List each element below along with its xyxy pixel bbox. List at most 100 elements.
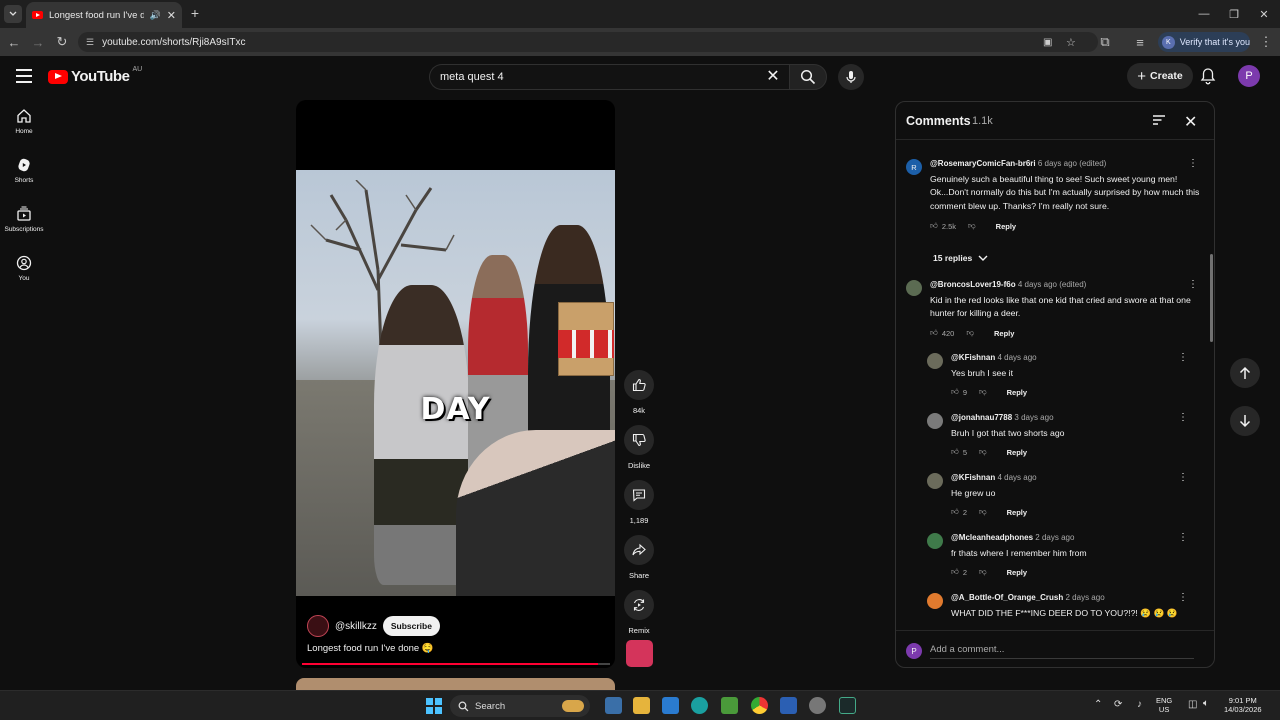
view-replies-button[interactable]: 15 replies [933,253,988,263]
shorts-player[interactable]: DAY @skillkzz Subscribe Longest food run… [296,100,615,668]
comment-menu-icon[interactable]: ⋮ [1188,158,1198,169]
reply-button[interactable]: Reply [1007,568,1027,577]
windows-start-icon[interactable] [426,698,442,714]
comment-time[interactable]: 2 days ago [1066,593,1105,602]
account-avatar[interactable]: P [1238,65,1260,87]
task-view-icon[interactable] [605,697,622,714]
clear-search-icon[interactable]: ✕ [764,68,782,86]
cast-icon[interactable]: ▣ [1043,37,1052,48]
address-bar[interactable]: ☰ youtube.com/shorts/Rji8A9sITxc ▣ ☆ [78,32,1098,52]
mic-tray-icon[interactable]: ♪ [1137,699,1142,710]
commenter-avatar[interactable] [906,280,922,296]
wifi-icon[interactable]: ◫ [1188,699,1197,710]
extensions-icon[interactable]: ⧉ [1097,34,1113,50]
comment-action[interactable]: 1,189 [623,480,655,525]
verify-identity-button[interactable]: K Verify that it's you [1158,32,1250,52]
comment-author[interactable]: @KFishnan [951,353,995,362]
tab-search-button[interactable] [4,5,22,23]
restore-icon[interactable]: ❐ [1218,0,1250,28]
sort-button[interactable] [1152,114,1166,126]
close-comments-icon[interactable]: ✕ [1184,112,1197,132]
channel-avatar[interactable] [307,615,329,637]
dislike-icon[interactable]: 👎︎ [966,328,974,338]
commenter-avatar[interactable] [927,533,943,549]
comments-scrollbar[interactable] [1210,254,1213,342]
file-explorer-icon[interactable] [633,697,650,714]
comment-menu-icon[interactable]: ⋮ [1188,279,1198,290]
like-icon[interactable]: 👍︎ [951,567,959,577]
language-indicator[interactable]: ENG US [1156,696,1172,714]
youtube-logo[interactable]: YouTube AU [48,66,142,85]
taskbar-search[interactable]: Search [450,695,590,717]
notifications-button[interactable] [1200,67,1216,85]
comment-menu-icon[interactable]: ⋮ [1178,532,1188,543]
sound-thumbnail[interactable] [626,640,653,667]
reply-button[interactable]: Reply [996,222,1016,231]
subscribe-button[interactable]: Subscribe [382,616,440,636]
chrome-menu-icon[interactable]: ⋮ [1258,34,1274,50]
comment-time[interactable]: 4 days ago [997,353,1036,362]
tray-chevron-icon[interactable]: ⌃ [1094,699,1102,710]
comment-menu-icon[interactable]: ⋮ [1178,592,1188,603]
commenter-avatar[interactable]: R [906,159,922,175]
dislike-icon[interactable]: 👎︎ [979,507,987,517]
minimize-icon[interactable]: — [1188,0,1220,28]
like-icon[interactable]: 👍︎ [951,447,959,457]
reply-button[interactable]: Reply [994,329,1014,338]
comment-author[interactable]: @A_Bottle-Of_Orange_Crush [951,593,1063,602]
commenter-avatar[interactable] [927,473,943,489]
previous-short-button[interactable] [1230,358,1260,388]
settings-icon[interactable] [809,697,826,714]
comment-menu-icon[interactable]: ⋮ [1178,472,1188,483]
channel-name[interactable]: @skillkzz [335,621,377,632]
comment-time[interactable]: 6 days ago (edited) [1038,159,1107,168]
remix-action[interactable]: Remix [623,590,655,635]
like-icon[interactable]: 👍︎ [930,328,938,338]
comment-author[interactable]: @jonahnau7788 [951,413,1012,422]
like-icon[interactable]: 👍︎ [951,507,959,517]
guide-item-shorts[interactable]: Shorts [0,149,48,198]
comment-menu-icon[interactable]: ⋮ [1178,352,1188,363]
forward-icon[interactable]: → [30,34,46,50]
add-comment-input[interactable]: Add a comment... [930,641,1194,659]
terminal-icon[interactable] [839,697,856,714]
voice-search-button[interactable] [838,64,864,90]
comment-menu-icon[interactable]: ⋮ [1178,412,1188,423]
guide-item-you[interactable]: You [0,247,48,296]
hamburger-menu-icon[interactable] [16,69,32,83]
back-icon[interactable]: ← [6,34,22,50]
reply-button[interactable]: Reply [1007,388,1027,397]
network-status-icon[interactable]: ⟳ [1114,699,1122,710]
search-input[interactable]: meta quest 4 [429,64,789,90]
share-action[interactable]: Share [623,535,655,580]
comment-time[interactable]: 4 days ago [997,473,1036,482]
progress-bar[interactable] [302,663,610,665]
reply-button[interactable]: Reply [1007,508,1027,517]
bookmark-star-icon[interactable]: ☆ [1066,36,1076,49]
dislike-icon[interactable]: 👎︎ [979,567,987,577]
comment-author[interactable]: @Mcleanheadphones [951,533,1033,542]
comment-time[interactable]: 3 days ago [1014,413,1053,422]
comment-author[interactable]: @BroncosLover19-f6o [930,280,1016,289]
reply-button[interactable]: Reply [1007,448,1027,457]
comment-time[interactable]: 2 days ago [1035,533,1074,542]
like-icon[interactable]: 👍︎ [930,221,938,231]
volume-icon[interactable]: 🔈︎ [1203,698,1209,709]
commenter-avatar[interactable] [927,593,943,609]
new-tab-icon[interactable]: + [188,6,202,20]
comment-author[interactable]: @RosemaryComicFan-br6ri [930,159,1036,168]
reload-icon[interactable]: ↻ [54,34,70,50]
guide-item-home[interactable]: Home [0,100,48,149]
commenter-avatar[interactable] [927,353,943,369]
minecraft-icon[interactable] [721,697,738,714]
chrome-icon[interactable] [751,697,768,714]
tab-close-icon[interactable]: ✕ [167,9,176,22]
browser-tab[interactable]: Longest food run I've done 🤤 🔊 ✕ [26,2,182,28]
like-icon[interactable]: 👍︎ [951,387,959,397]
comment-time[interactable]: 4 days ago (edited) [1018,280,1087,289]
media-controls-icon[interactable]: ≡ [1132,34,1148,50]
dislike-icon[interactable]: 👎︎ [968,221,976,231]
speaker-icon[interactable]: 🔊 [150,10,161,21]
create-button[interactable]: + Create [1127,63,1193,89]
dislike-action[interactable]: Dislike [623,425,655,470]
